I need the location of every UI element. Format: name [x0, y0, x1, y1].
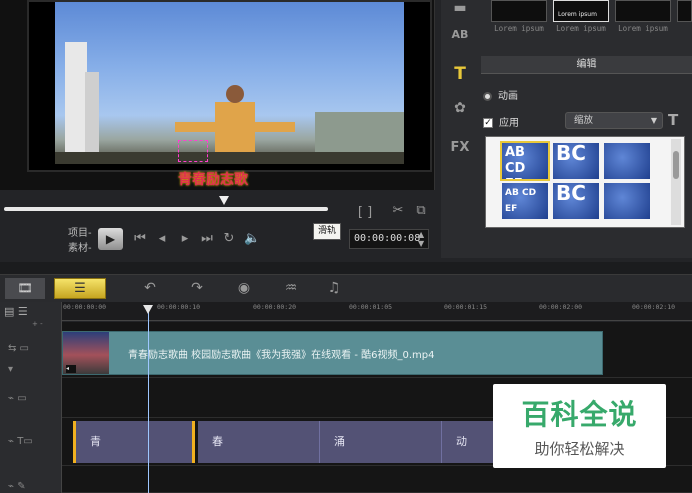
- audio-mixer-icon[interactable]: ♒: [279, 278, 303, 299]
- mode-project-label[interactable]: 项目-: [68, 224, 92, 239]
- animation-radio[interactable]: [483, 91, 492, 101]
- auto-music-icon[interactable]: ♫: [322, 278, 346, 299]
- title-clip[interactable]: 涌: [320, 421, 442, 463]
- timeline-view-button[interactable]: ☰: [54, 278, 106, 299]
- ruler-label: 00:00:02:10: [632, 303, 676, 311]
- preset-item[interactable]: [604, 183, 650, 219]
- video-scene: [55, 42, 404, 164]
- audio-indicator-icon: ◂: [66, 365, 76, 373]
- animation-label: 动画: [498, 91, 518, 102]
- video-frame: [55, 2, 404, 164]
- zoom-controls[interactable]: + -: [32, 320, 43, 328]
- preset-item[interactable]: [604, 143, 650, 179]
- splitter[interactable]: [0, 262, 692, 274]
- preset-item[interactable]: AB CD EF GH: [500, 141, 550, 181]
- person-arms: [175, 122, 295, 132]
- title-thumb-4[interactable]: [677, 0, 692, 22]
- apply-label: 应用: [499, 118, 519, 129]
- preset-scrollbar[interactable]: [671, 139, 681, 225]
- animation-option[interactable]: 动画: [483, 87, 518, 102]
- undo-icon[interactable]: ↶: [138, 278, 162, 299]
- title-thumb-2[interactable]: Lorem ipsum: [553, 0, 609, 22]
- playhead-line[interactable]: [148, 306, 149, 493]
- ruler-label: 00:00:00:10: [157, 303, 201, 311]
- ruler-label: 00:00:01:15: [444, 303, 488, 311]
- preset-item[interactable]: AB CD EF: [502, 183, 548, 219]
- combo-value: 缩放: [574, 115, 594, 126]
- repeat-icon[interactable]: ↻: [222, 231, 236, 246]
- watermark-title: 百科全说: [521, 398, 638, 431]
- apply-option[interactable]: ✓ 应用: [483, 114, 519, 129]
- playhead-handle[interactable]: [143, 305, 153, 314]
- media-icon[interactable]: ▬: [447, 0, 473, 24]
- title-track-icon[interactable]: ⌁ T▭: [8, 436, 58, 447]
- mode-clip-label[interactable]: 素材-: [68, 239, 92, 254]
- scrub-handle[interactable]: [219, 196, 230, 205]
- timecode-stepper[interactable]: ▲ ▼: [418, 230, 424, 248]
- person-head: [226, 85, 244, 103]
- mark-in-out-icon[interactable]: [ ]: [350, 205, 380, 220]
- ruler-label: 00:00:01:05: [349, 303, 393, 311]
- thumb-label-3: Lorem ipsum: [618, 24, 668, 33]
- copy-icon[interactable]: ⧉: [412, 203, 430, 218]
- thumb-label-1: Lorem ipsum: [494, 24, 544, 33]
- overlay-selection-box[interactable]: [178, 140, 208, 162]
- next-frame-icon[interactable]: ▸: [178, 231, 192, 246]
- video-editor-window: 青春励志歌 [ ] ✂ ⧉ 项目- 素材- ▶ ⏮ ◂ ▸ ⏭ ↻ 🔈 滑轨 0…: [0, 0, 692, 493]
- timecode-field[interactable]: 00:00:00:08: [349, 229, 429, 249]
- redo-icon[interactable]: ↷: [185, 278, 209, 299]
- track-toggle-icon[interactable]: ▾: [8, 364, 58, 375]
- animation-preset-grid: AB CD EF GH BC AB CD EF BC: [485, 136, 685, 228]
- apply-checkbox[interactable]: ✓: [483, 118, 493, 128]
- overlay-title-text[interactable]: 青春励志歌: [178, 169, 248, 189]
- video-track-icon[interactable]: ⇆ ▭: [8, 343, 58, 354]
- ruler-label: 00:00:02:00: [539, 303, 583, 311]
- edit-tab-header[interactable]: 编辑: [481, 56, 692, 74]
- preset-item[interactable]: BC: [553, 143, 599, 179]
- scissors-icon[interactable]: ✂: [390, 203, 406, 218]
- filter-icon[interactable]: FX: [447, 140, 473, 164]
- title-thumb-1[interactable]: [491, 0, 547, 22]
- video-clip-name: 青春励志歌曲 校园励志歌曲《我为我强》在线观看 - 酷6视频_0.mp4: [128, 350, 435, 361]
- preview-canvas: [27, 0, 432, 172]
- voice-track-icon[interactable]: ⌁ ✎: [8, 481, 58, 492]
- play-button[interactable]: ▶: [98, 228, 123, 250]
- transition-icon[interactable]: AB: [447, 28, 473, 52]
- title-clip[interactable]: 动: [442, 421, 494, 463]
- animation-combo[interactable]: 缩放 ▼: [565, 112, 663, 129]
- preset-item[interactable]: BC: [553, 183, 599, 219]
- watermark-subtitle: 助你轻松解决: [534, 440, 625, 458]
- volume-icon[interactable]: 🔈: [244, 231, 260, 246]
- thumb-selected-text: Lorem ipsum: [558, 11, 597, 18]
- skip-end-icon[interactable]: ⏭: [200, 231, 214, 246]
- graphics-icon[interactable]: ✿: [447, 100, 473, 124]
- title-clip[interactable]: 春: [198, 421, 320, 463]
- timeline-icon: ☰: [74, 281, 86, 296]
- building-left-2: [85, 72, 99, 164]
- ruler-label: 00:00:00:20: [253, 303, 297, 311]
- voice-track[interactable]: [62, 466, 692, 493]
- storyboard-view-button[interactable]: 🎞: [5, 278, 45, 299]
- film-icon: 🎞: [17, 281, 33, 295]
- thumb-label-2: Lorem ipsum: [556, 24, 606, 33]
- preset-scrollbar-thumb[interactable]: [673, 151, 679, 179]
- ruler-label: 00:00:00:00: [63, 303, 107, 311]
- prev-frame-icon[interactable]: ◂: [155, 231, 169, 246]
- ground: [55, 152, 404, 164]
- tooltip: 滑轨: [313, 223, 341, 240]
- overlay-track-icon[interactable]: ⌁ ▭: [8, 393, 58, 404]
- building-left: [65, 42, 87, 164]
- title-thumb-3[interactable]: [615, 0, 671, 22]
- record-capture-icon[interactable]: ◉: [232, 278, 256, 299]
- chevron-down-icon[interactable]: ▼: [651, 113, 657, 128]
- customize-title-icon[interactable]: T: [668, 111, 678, 129]
- track-manager-icon[interactable]: ▤ ☰: [4, 305, 28, 318]
- scrub-bar[interactable]: [4, 207, 328, 211]
- title-icon[interactable]: T: [447, 64, 473, 88]
- title-clip[interactable]: 青: [73, 421, 195, 463]
- skip-start-icon[interactable]: ⏮: [133, 231, 147, 246]
